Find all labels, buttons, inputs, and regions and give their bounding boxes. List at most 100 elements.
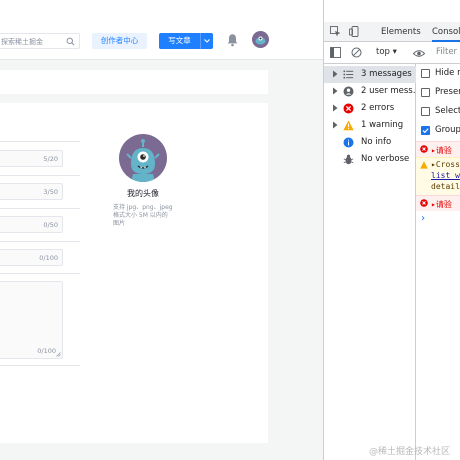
row-divider: [0, 365, 80, 366]
option-label: Selecte: [435, 106, 460, 116]
sidebar-item-label: 2 user mess…: [361, 86, 422, 96]
list-icon: [343, 70, 354, 79]
row-divider: [0, 208, 80, 209]
console-output: Hide ne Preserv Selecte Group: [416, 64, 460, 460]
sidebar-item-errors[interactable]: 2 errors: [324, 100, 416, 117]
chevron-down-icon[interactable]: [201, 33, 213, 49]
clear-console-icon[interactable]: [351, 47, 362, 58]
dropdown-arrow-icon: ▾: [392, 47, 397, 57]
user-icon: [343, 86, 354, 97]
search-icon[interactable]: [66, 37, 75, 46]
context-value: top: [376, 47, 390, 57]
message-text: detail: [431, 182, 460, 191]
info-icon: [343, 137, 354, 148]
sidebar-toggle-icon[interactable]: [330, 47, 341, 58]
tab-console[interactable]: Console: [432, 22, 460, 42]
option-hide-network[interactable]: Hide ne: [421, 67, 460, 81]
message-text: ▸请验: [431, 146, 452, 155]
sidebar-item-label: No verbose: [361, 154, 410, 164]
eye-icon[interactable]: [413, 48, 425, 59]
error-icon: [343, 103, 354, 114]
user-avatar[interactable]: [252, 31, 269, 48]
avatar-upload-hint: 支持 jpg、png、jpeg 格式大小 5M 以内的图片: [113, 204, 173, 227]
option-label: Group: [435, 125, 460, 135]
option-group-similar[interactable]: Group: [421, 124, 460, 138]
sidebar-item-user-messages[interactable]: 2 user mess…: [324, 83, 421, 100]
write-article-label: 写文章: [168, 36, 191, 45]
sidebar-item-messages[interactable]: 3 messages: [324, 66, 416, 83]
chevron-right-icon: [333, 121, 338, 129]
row-divider: [0, 141, 80, 142]
char-counter: 0/50: [43, 221, 58, 229]
sidebar-item-info[interactable]: No info: [324, 134, 416, 151]
checkbox[interactable]: [421, 107, 430, 116]
console-error-message[interactable]: ▸请验: [416, 195, 460, 211]
creator-center-button[interactable]: 创作者中心: [92, 33, 147, 49]
sidebar-item-label: No info: [361, 137, 392, 147]
bell-icon[interactable]: [226, 33, 239, 47]
message-text: ▸Cross: [431, 160, 460, 169]
resize-grip-icon[interactable]: [56, 352, 61, 357]
monster-avatar-icon: [255, 36, 266, 45]
char-counter: 5/20: [43, 155, 58, 163]
char-counter: 0/100: [39, 254, 58, 262]
web-page: 探索稀土掘金 创作者中心 写文章 5/20 3/50 0/50 0/100 0/…: [0, 0, 323, 460]
filter-input[interactable]: Filter: [436, 47, 457, 57]
checkmark-icon: [422, 128, 429, 134]
row-divider: [0, 241, 80, 242]
checkbox[interactable]: [421, 69, 430, 78]
row-divider: [0, 273, 80, 274]
warning-icon: [420, 161, 428, 169]
context-selector[interactable]: top ▾: [376, 47, 397, 57]
error-icon: [420, 145, 428, 153]
profile-settings-card: 5/20 3/50 0/50 0/100 0/100 我的头像 支持 jpg、p…: [0, 103, 268, 443]
tab-elements[interactable]: Elements: [381, 22, 421, 42]
content-strip: [0, 70, 268, 94]
sidebar-item-label: 3 messages: [361, 69, 412, 79]
warning-icon: [343, 120, 354, 131]
message-text: ▸请验: [431, 200, 452, 209]
console-error-message[interactable]: ▸请验: [416, 141, 460, 157]
top-navbar: 探索稀土掘金 创作者中心 写文章: [0, 0, 323, 60]
username-input[interactable]: 5/20: [0, 150, 63, 167]
sidebar-item-warnings[interactable]: 1 warning: [324, 117, 416, 134]
sidebar-item-verbose[interactable]: No verbose: [324, 151, 416, 168]
checkbox-checked[interactable]: [421, 126, 430, 135]
option-label: Hide ne: [435, 68, 460, 78]
char-counter: 3/50: [43, 188, 58, 196]
console-prompt[interactable]: ›: [416, 212, 460, 226]
prompt-chevron-icon: ›: [420, 213, 427, 224]
devtools-panel: Elements Console top ▾ Filter 3 messages: [323, 0, 460, 460]
row-divider: [0, 175, 80, 176]
chevron-right-icon: [333, 70, 338, 78]
devtools-tabbar: Elements Console: [324, 22, 460, 42]
search-input[interactable]: 探索稀土掘金: [0, 33, 80, 49]
option-preserve-log[interactable]: Preserv: [421, 86, 460, 100]
sidebar-item-label: 1 warning: [361, 120, 404, 130]
chevron-right-icon: [333, 87, 338, 95]
device-toolbar-icon[interactable]: [349, 26, 360, 37]
homepage-input[interactable]: 0/100: [0, 249, 63, 266]
position-input[interactable]: 3/50: [0, 183, 63, 200]
chevron-right-icon: [333, 104, 338, 112]
avatar-label: 我的头像: [127, 189, 159, 198]
char-counter: 0/100: [37, 347, 56, 355]
error-icon: [420, 199, 428, 207]
message-link[interactable]: list w: [431, 171, 460, 180]
console-warning-message[interactable]: ▸Cross list w detail: [416, 157, 460, 195]
watermark: @稀土掘金技术社区: [369, 447, 451, 457]
option-selected-context[interactable]: Selecte: [421, 105, 460, 119]
inspect-element-icon[interactable]: [330, 26, 341, 37]
console-sidebar: 3 messages 2 user mess… 2 errors 1 warni…: [324, 64, 421, 460]
search-placeholder: 探索稀土掘金: [1, 38, 43, 46]
monster-avatar-icon: [126, 139, 160, 182]
avatar-upload[interactable]: [119, 134, 167, 182]
option-label: Preserv: [435, 87, 460, 97]
bug-icon: [343, 154, 354, 165]
checkbox[interactable]: [421, 88, 430, 97]
company-input[interactable]: 0/50: [0, 216, 63, 233]
bio-textarea[interactable]: 0/100: [0, 281, 63, 359]
write-article-button[interactable]: 写文章: [159, 33, 213, 49]
console-toolbar: top ▾ Filter: [324, 42, 460, 64]
sidebar-item-label: 2 errors: [361, 103, 395, 113]
